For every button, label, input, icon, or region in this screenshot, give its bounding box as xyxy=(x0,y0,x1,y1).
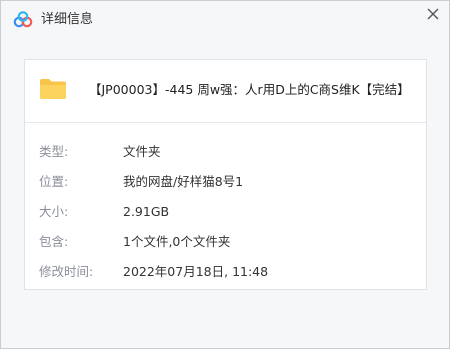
divider xyxy=(25,122,426,123)
folder-icon xyxy=(40,79,66,99)
property-row-modified: 修改时间: 2022年07月18日, 11:48 xyxy=(25,262,426,282)
property-label: 修改时间: xyxy=(39,264,94,279)
property-row-type: 类型: 文件夹 xyxy=(25,142,426,162)
baidu-netdisk-logo-icon xyxy=(13,11,33,28)
property-value: 我的网盘/好样猫8号1 xyxy=(123,174,244,189)
close-button[interactable] xyxy=(423,4,443,24)
property-row-size: 大小: 2.91GB xyxy=(25,202,426,222)
property-label: 类型: xyxy=(39,144,69,159)
property-label: 包含: xyxy=(39,234,69,249)
details-panel: 【JP00003】-445 周w强：人r用D上的C商S维K【完结】 类型: 文件… xyxy=(24,59,427,290)
property-label: 位置: xyxy=(39,174,69,189)
dialog-title: 详细信息 xyxy=(41,12,94,27)
property-row-location: 位置: 我的网盘/好样猫8号1 xyxy=(25,172,426,192)
property-value: 2.91GB xyxy=(123,204,170,219)
property-value: 文件夹 xyxy=(123,144,161,159)
close-icon xyxy=(427,8,439,20)
title-bar: 详细信息 xyxy=(1,1,449,39)
property-value: 2022年07月18日, 11:48 xyxy=(123,264,269,279)
file-name: 【JP00003】-445 周w强：人r用D上的C商S维K【完结】 xyxy=(89,82,410,97)
file-header: 【JP00003】-445 周w强：人r用D上的C商S维K【完结】 xyxy=(25,60,426,122)
property-row-contents: 包含: 1个文件,0个文件夹 xyxy=(25,232,426,252)
details-dialog: 详细信息 【JP00003】-445 周w强：人r用D上的C商S维K【完结】 类… xyxy=(0,0,450,349)
property-label: 大小: xyxy=(39,204,69,219)
property-value: 1个文件,0个文件夹 xyxy=(123,234,231,249)
